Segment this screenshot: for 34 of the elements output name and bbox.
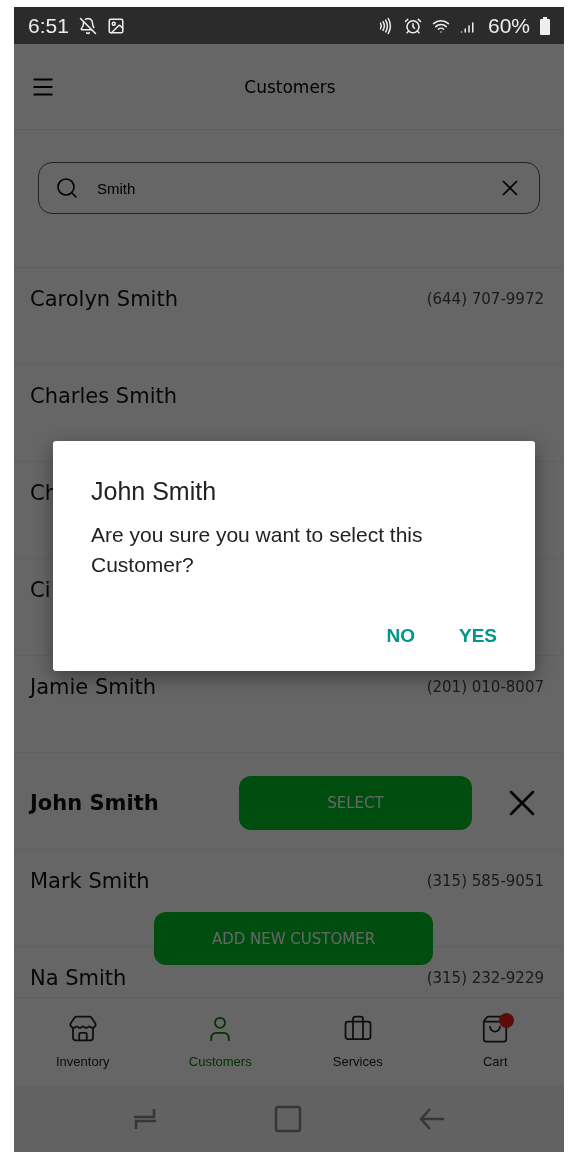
search-query: Smith bbox=[97, 179, 136, 197]
nav-tab[interactable]: Customers bbox=[151, 998, 289, 1085]
clock-time: 6:51 bbox=[28, 13, 69, 38]
store-icon bbox=[67, 1014, 98, 1044]
phone-number: (201) 010-8007 bbox=[426, 677, 544, 698]
bell-off-icon bbox=[78, 16, 97, 35]
battery-icon bbox=[540, 16, 550, 35]
nav-tab[interactable]: Services bbox=[289, 998, 427, 1085]
image-icon bbox=[106, 16, 125, 35]
cart-badge bbox=[499, 1013, 515, 1028]
dialog-button[interactable]: YES bbox=[458, 625, 497, 647]
customer-name[interactable]: John Smith bbox=[30, 776, 159, 830]
customer-name[interactable]: Jamie Smith bbox=[30, 672, 157, 702]
phone-number: (315) 232-9229 bbox=[426, 968, 544, 989]
battery-percent: 60% bbox=[487, 13, 530, 38]
page-title: Customers bbox=[243, 76, 337, 97]
home-icon[interactable] bbox=[274, 1104, 302, 1133]
dialog-message: Are you sure you want to select this Customer? bbox=[91, 522, 424, 578]
nav-tab[interactable]: Cart bbox=[426, 998, 564, 1085]
search-field[interactable]: Smith bbox=[38, 162, 540, 214]
add-customer-button[interactable]: ADD NEW CUSTOMER bbox=[154, 912, 433, 965]
phone-number: (315) 585-9051 bbox=[426, 871, 544, 892]
nav-tab[interactable]: Inventory bbox=[14, 998, 152, 1085]
dialog-button[interactable]: NO bbox=[386, 625, 415, 647]
phone-number: (644) 707-9972 bbox=[426, 289, 544, 310]
alarm-icon bbox=[403, 16, 422, 35]
select-button[interactable]: SELECT bbox=[239, 776, 472, 830]
customer-name[interactable]: Na Smith bbox=[30, 963, 127, 993]
customer-name[interactable]: Carolyn Smith bbox=[30, 284, 178, 314]
customer-name[interactable]: Mark Smith bbox=[30, 866, 150, 896]
search-icon bbox=[55, 176, 79, 200]
customer-name[interactable]: Charles Smith bbox=[30, 381, 177, 411]
dialog-title: John Smith bbox=[91, 477, 218, 506]
customer-name[interactable]: Ci bbox=[30, 575, 51, 605]
